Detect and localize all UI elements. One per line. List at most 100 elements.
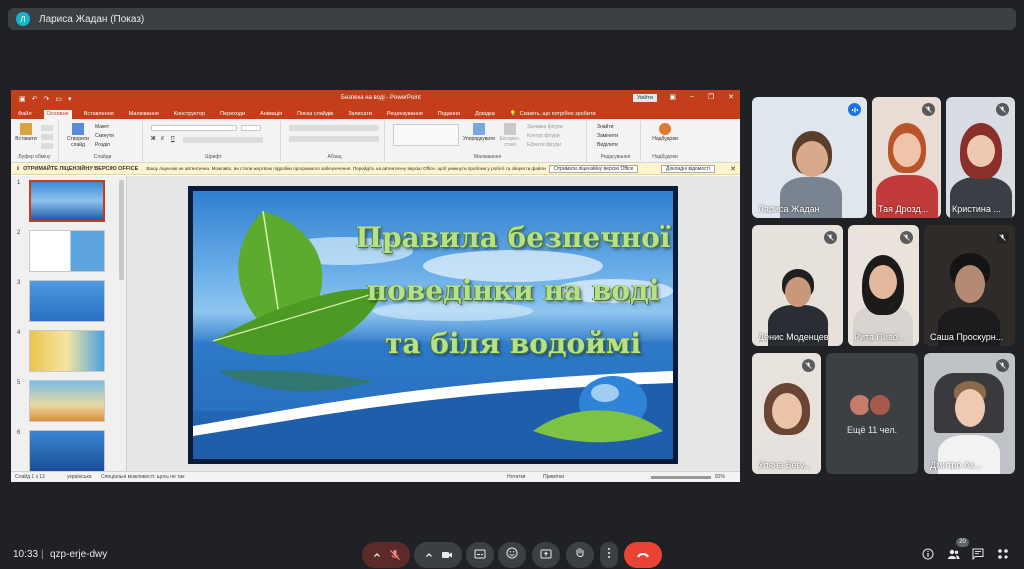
language-indicator[interactable]: українська [67, 474, 92, 480]
reset-button[interactable]: Скинути [95, 133, 114, 139]
thumbnail-row[interactable]: 1 [13, 178, 123, 224]
zoom-slider[interactable] [651, 476, 711, 479]
learn-more-button[interactable]: Докладні відомості [661, 165, 715, 173]
more-participants-tile[interactable]: Ещё 11 чел. [826, 353, 918, 474]
format-painter-icon[interactable] [41, 143, 53, 149]
arrange-button[interactable]: Упорядкувати [463, 123, 495, 142]
tab-draw[interactable]: Малювання [126, 110, 162, 119]
font-tools[interactable] [183, 137, 263, 143]
replace-button[interactable]: Замінити [597, 133, 618, 139]
maximize-icon[interactable]: ❐ [708, 93, 714, 101]
paste-button[interactable]: Вставити [15, 123, 37, 142]
find-button[interactable]: Знайти [597, 124, 613, 130]
raise-hand-button[interactable] [566, 542, 594, 568]
tab-home[interactable]: Основне [43, 110, 72, 119]
quick-styles-button[interactable]: Експрес-стилі [497, 123, 523, 148]
participant-tile[interactable]: Тая Дрозд... [872, 97, 941, 218]
undo-icon[interactable]: ↶ [32, 95, 38, 103]
captions-button[interactable] [466, 542, 494, 568]
tab-animations[interactable]: Анімація [257, 110, 285, 119]
people-icon[interactable] [946, 547, 960, 561]
thumbnail-slide-1[interactable] [29, 180, 105, 222]
tab-slideshow[interactable]: Показ слайдів [294, 110, 336, 119]
chevron-up-icon[interactable] [420, 542, 438, 568]
present-icon[interactable]: ▭ [55, 95, 62, 103]
message-close-icon[interactable]: ✕ [730, 165, 736, 173]
present-screen-button[interactable] [532, 542, 560, 568]
speaking-icon [848, 103, 861, 116]
thumbnail-slide-2[interactable] [29, 230, 105, 272]
signin-button[interactable]: Увійти [633, 94, 657, 102]
slide-title[interactable]: Правила безпечної поведінки на воді та б… [343, 211, 673, 370]
bold-icon[interactable]: Ж [151, 136, 156, 142]
thumbnail-row[interactable]: 5 [13, 378, 123, 424]
thumbnail-row[interactable]: 6 [13, 428, 123, 474]
font-name-select[interactable] [151, 125, 237, 131]
customize-icon[interactable]: ▾ [68, 95, 72, 103]
align-tools[interactable] [289, 136, 379, 142]
shapes-gallery[interactable] [393, 124, 459, 146]
list-tools[interactable] [289, 125, 379, 131]
tab-help[interactable]: Довідка [472, 110, 498, 119]
more-options-button[interactable] [600, 542, 618, 568]
tab-transitions[interactable]: Переходи [217, 110, 248, 119]
font-size-select[interactable] [241, 125, 261, 131]
camera-icon[interactable] [438, 542, 456, 568]
thumbnail-row[interactable]: 3 [13, 278, 123, 324]
participant-tile[interactable]: Дмитро Ах... [924, 353, 1015, 474]
chat-icon[interactable] [971, 547, 985, 561]
meeting-code[interactable]: qzp-erje-dwy [50, 549, 107, 560]
tab-insert[interactable]: Вставлення [81, 110, 117, 119]
microphone-control[interactable] [362, 542, 410, 568]
save-icon[interactable]: ▣ [19, 95, 26, 103]
chevron-up-icon[interactable] [368, 542, 386, 568]
info-icon[interactable] [921, 547, 935, 561]
tab-design[interactable]: Конструктор [171, 110, 208, 119]
thumbnail-row[interactable]: 4 [13, 328, 123, 374]
participant-tile[interactable]: Уляна Бегу... [752, 353, 821, 474]
tab-file[interactable]: Файл [15, 110, 35, 119]
tab-record[interactable]: Записати [345, 110, 375, 119]
get-license-button[interactable]: Отримати ліцензійну версію Office [549, 165, 639, 173]
designer-button[interactable]: Надбудови [649, 123, 681, 142]
thumbnail-slide-3[interactable] [29, 280, 105, 322]
cut-icon[interactable] [41, 125, 53, 131]
shape-effects-button[interactable]: Ефекти фігури [527, 142, 561, 148]
participant-tile[interactable]: Денис Моденцев [752, 225, 843, 346]
notes-button[interactable]: Нотатки [507, 474, 525, 480]
shape-outline-button[interactable]: Контур фігури [527, 133, 559, 139]
zoom-level[interactable]: 82% [715, 474, 725, 480]
copy-icon[interactable] [41, 134, 53, 140]
new-slide-button[interactable]: Створити слайд [65, 123, 91, 148]
layout-button[interactable]: Макет [95, 124, 109, 130]
current-slide[interactable]: Правила безпечної поведінки на воді та б… [188, 186, 678, 464]
comments-button[interactable]: Примітки [543, 474, 564, 480]
close-icon[interactable]: ✕ [728, 93, 734, 101]
participant-tile[interactable]: Кристина ... [946, 97, 1015, 218]
thumbnail-slide-6[interactable] [29, 430, 105, 472]
leave-call-button[interactable] [624, 542, 662, 568]
thumbnail-slide-5[interactable] [29, 380, 105, 422]
tell-me-box[interactable]: 💡 Скажіть, що потрібно зробити [507, 110, 599, 119]
camera-control[interactable] [414, 542, 462, 568]
tab-review[interactable]: Рецензування [384, 110, 426, 119]
thumbnail-row[interactable]: 2 [13, 228, 123, 274]
underline-icon[interactable]: П [171, 136, 175, 142]
activities-icon[interactable] [996, 547, 1010, 561]
thumbnails-scrollbar[interactable] [119, 180, 124, 280]
section-button[interactable]: Розділ [95, 142, 110, 148]
thumbnail-slide-4[interactable] [29, 330, 105, 372]
minimize-icon[interactable]: – [690, 93, 694, 101]
emoji-button[interactable] [498, 542, 526, 568]
ribbon-options-icon[interactable]: ▣ [669, 93, 676, 101]
mic-off-icon[interactable] [386, 542, 404, 568]
italic-icon[interactable]: К [161, 136, 164, 142]
select-button[interactable]: Виділити [597, 142, 618, 148]
redo-icon[interactable]: ↷ [44, 95, 50, 103]
participant-tile[interactable]: Саша Проскурн... [924, 225, 1015, 346]
participant-tile[interactable]: Рита Пиво... [848, 225, 919, 346]
accessibility-status[interactable]: Спеціальні можливості: щось не так [101, 474, 184, 480]
shape-fill-button[interactable]: Заливка фігури [527, 124, 563, 130]
tab-view[interactable]: Подання [435, 110, 463, 119]
participant-tile[interactable]: Лариса Жадан [752, 97, 867, 218]
